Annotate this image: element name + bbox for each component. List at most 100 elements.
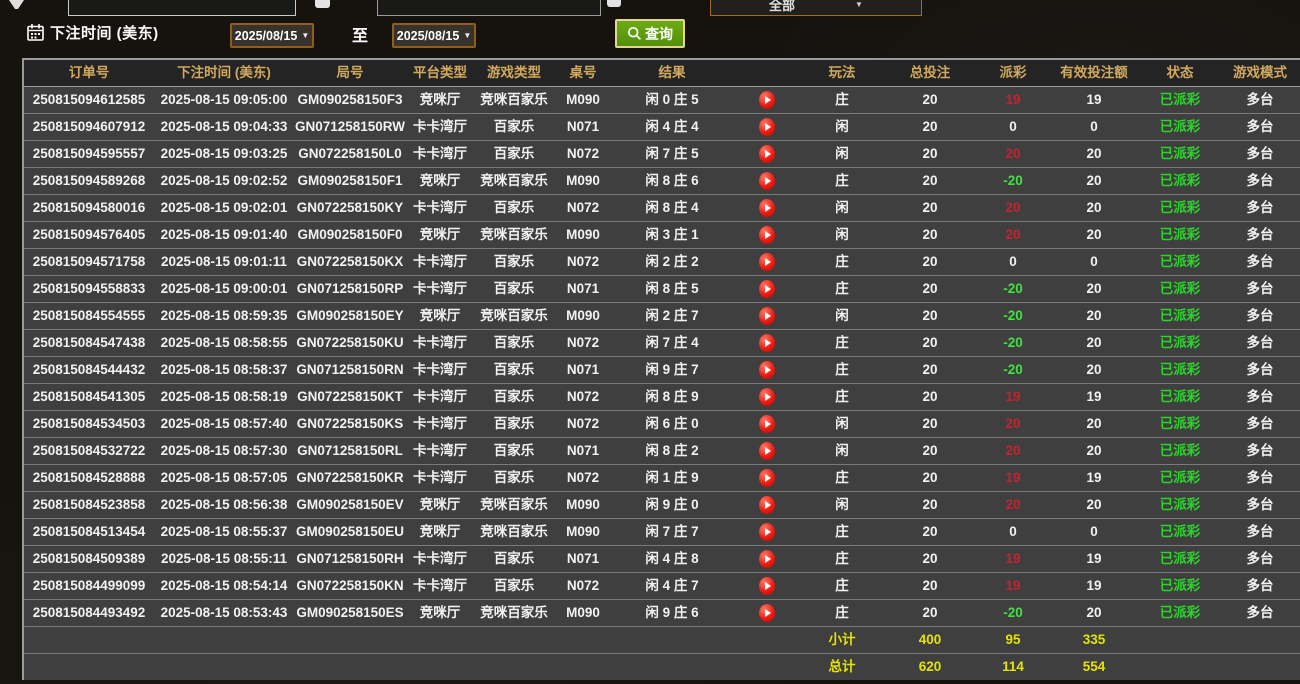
payout-cell: 19 — [978, 384, 1048, 410]
table-no-cell: N071 — [554, 357, 612, 383]
result-cell: 闲 2 庄 2 — [612, 249, 732, 275]
play-cell: 庄 — [802, 600, 882, 626]
payout-cell: 19 — [978, 546, 1048, 572]
table-body: 2508150946125852025-08-15 09:05:00GM0902… — [24, 86, 1300, 626]
col-header: 平台类型 — [406, 60, 474, 86]
platform-cell: 卡卡湾厅 — [406, 384, 474, 410]
total-bet-cell: 20 — [882, 168, 978, 194]
play-video-icon[interactable] — [759, 145, 775, 163]
game-mode-cell: 多台 — [1220, 573, 1300, 599]
play-icon-cell — [732, 222, 802, 248]
table-no-cell: M090 — [554, 303, 612, 329]
platform-cell: 卡卡湾厅 — [406, 249, 474, 275]
play-video-icon[interactable] — [759, 334, 775, 352]
game-type-cell: 竞咪百家乐 — [474, 87, 554, 113]
table-row: 2508150945764052025-08-15 09:01:40GM0902… — [24, 221, 1300, 248]
result-cell: 闲 2 庄 7 — [612, 303, 732, 329]
play-icon-cell — [732, 114, 802, 140]
table-no-cell: N071 — [554, 438, 612, 464]
play-triangle-glyph — [765, 312, 771, 320]
round-no-cell: GN072258150KY — [294, 195, 406, 221]
result-cell: 闲 4 庄 4 — [612, 114, 732, 140]
play-video-icon[interactable] — [759, 280, 775, 298]
game-type-cell: 百家乐 — [474, 573, 554, 599]
result-cell: 闲 8 庄 5 — [612, 276, 732, 302]
date-from-select[interactable]: 2025/08/15 ▼ — [230, 23, 314, 48]
play-video-icon[interactable] — [759, 91, 775, 109]
result-cell: 闲 1 庄 9 — [612, 465, 732, 491]
order-no-cell: 250815084547438 — [24, 330, 154, 356]
grand-total-row-payout: 114 — [978, 654, 1048, 680]
date-from-value: 2025/08/15 — [235, 29, 298, 43]
search-input-left[interactable] — [68, 0, 296, 16]
total-bet-cell: 20 — [882, 438, 978, 464]
table-row: 2508150845545552025-08-15 08:59:35GM0902… — [24, 302, 1300, 329]
status-cell: 已派彩 — [1140, 249, 1220, 275]
total-bet-cell: 20 — [882, 492, 978, 518]
bet-time-cell: 2025-08-15 08:59:35 — [154, 303, 294, 329]
play-video-icon[interactable] — [759, 226, 775, 244]
col-header: 派彩 — [978, 60, 1048, 86]
order-no-cell: 250815084509389 — [24, 546, 154, 572]
category-select[interactable]: 全部 ▼ — [710, 0, 922, 16]
play-video-icon[interactable] — [759, 415, 775, 433]
valid-bet-cell: 20 — [1048, 303, 1140, 329]
status-cell: 已派彩 — [1140, 330, 1220, 356]
game-type-cell: 百家乐 — [474, 438, 554, 464]
game-mode-cell: 多台 — [1220, 465, 1300, 491]
payout-cell: 20 — [978, 195, 1048, 221]
play-video-icon[interactable] — [759, 550, 775, 568]
play-triangle-glyph — [765, 285, 771, 293]
search-input-right[interactable] — [377, 0, 601, 16]
play-video-icon[interactable] — [759, 577, 775, 595]
platform-cell: 竞咪厅 — [406, 222, 474, 248]
play-video-icon[interactable] — [759, 199, 775, 217]
play-cell: 庄 — [802, 384, 882, 410]
result-cell: 闲 6 庄 0 — [612, 411, 732, 437]
total-bet-cell: 20 — [882, 195, 978, 221]
date-to-select[interactable]: 2025/08/15 ▼ — [392, 23, 476, 48]
table-row: 2508150845413052025-08-15 08:58:19GN0722… — [24, 383, 1300, 410]
bet-time-cell: 2025-08-15 08:58:55 — [154, 330, 294, 356]
round-no-cell: GN071258150RP — [294, 276, 406, 302]
round-no-cell: GM090258150F0 — [294, 222, 406, 248]
bet-time-cell: 2025-08-15 09:02:01 — [154, 195, 294, 221]
round-no-cell: GM090258150F1 — [294, 168, 406, 194]
play-video-icon[interactable] — [759, 469, 775, 487]
valid-bet-cell: 20 — [1048, 330, 1140, 356]
valid-bet-cell: 0 — [1048, 519, 1140, 545]
table-row: 2508150845238582025-08-15 08:56:38GM0902… — [24, 491, 1300, 518]
game-mode-cell: 多台 — [1220, 546, 1300, 572]
play-video-icon[interactable] — [759, 172, 775, 190]
table-row: 2508150845093892025-08-15 08:55:11GN0712… — [24, 545, 1300, 572]
total-bet-cell: 20 — [882, 276, 978, 302]
play-video-icon[interactable] — [759, 604, 775, 622]
play-video-icon[interactable] — [759, 442, 775, 460]
query-button[interactable]: 查询 — [615, 19, 685, 48]
status-cell: 已派彩 — [1140, 357, 1220, 383]
round-no-cell: GM090258150ES — [294, 600, 406, 626]
play-triangle-glyph — [765, 150, 771, 158]
total-bet-cell: 20 — [882, 573, 978, 599]
play-video-icon[interactable] — [759, 118, 775, 136]
play-cell: 闲 — [802, 492, 882, 518]
col-header: 下注时间 (美东) — [154, 60, 294, 86]
play-triangle-glyph — [765, 177, 771, 185]
game-type-cell: 百家乐 — [474, 141, 554, 167]
play-video-icon[interactable] — [759, 307, 775, 325]
col-header: 游戏类型 — [474, 60, 554, 86]
status-cell: 已派彩 — [1140, 438, 1220, 464]
valid-bet-cell: 19 — [1048, 573, 1140, 599]
play-video-icon[interactable] — [759, 361, 775, 379]
play-video-icon[interactable] — [759, 388, 775, 406]
platform-cell: 卡卡湾厅 — [406, 357, 474, 383]
bet-time-cell: 2025-08-15 08:58:37 — [154, 357, 294, 383]
play-video-icon[interactable] — [759, 496, 775, 514]
table-row: 2508150844934922025-08-15 08:53:43GM0902… — [24, 599, 1300, 626]
grand-total-row-total-bet: 620 — [882, 654, 978, 680]
result-cell: 闲 8 庄 6 — [612, 168, 732, 194]
play-video-icon[interactable] — [759, 253, 775, 271]
valid-bet-cell: 0 — [1048, 114, 1140, 140]
bet-time-cell: 2025-08-15 08:53:43 — [154, 600, 294, 626]
play-video-icon[interactable] — [759, 523, 775, 541]
